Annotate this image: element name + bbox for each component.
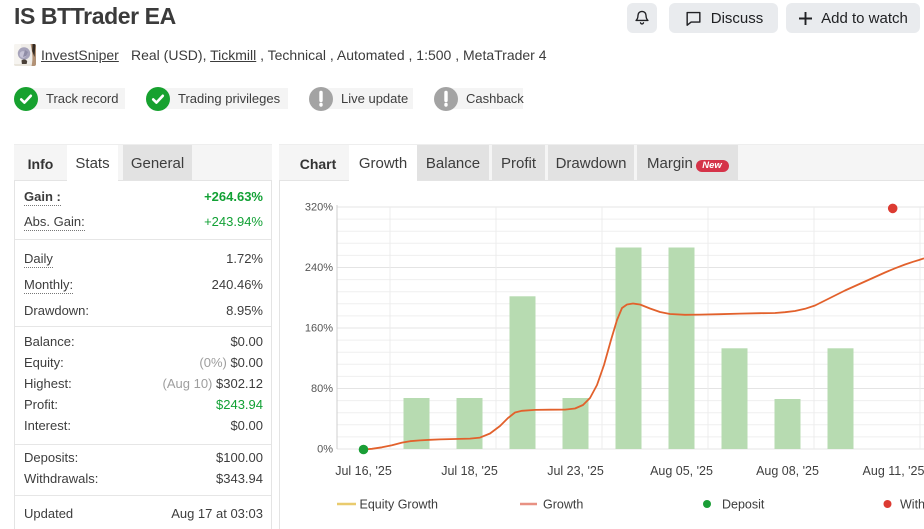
svg-text:160%: 160% <box>305 323 333 335</box>
svg-text:80%: 80% <box>311 383 333 395</box>
svg-text:Aug 05, '25: Aug 05, '25 <box>650 464 713 478</box>
svg-text:Aug 08, '25: Aug 08, '25 <box>756 464 819 478</box>
svg-text:Equity Growth: Equity Growth <box>360 498 439 512</box>
svg-text:Growth: Growth <box>543 498 583 512</box>
svg-text:240%: 240% <box>305 262 333 274</box>
svg-text:Jul 23, '25: Jul 23, '25 <box>547 464 604 478</box>
svg-text:Jul 16, '25: Jul 16, '25 <box>335 464 392 478</box>
svg-text:320%: 320% <box>305 202 333 214</box>
svg-text:Withdrawal: Withdrawal <box>900 498 924 512</box>
svg-text:Jul 18, '25: Jul 18, '25 <box>441 464 498 478</box>
svg-text:Deposit: Deposit <box>722 498 765 512</box>
svg-text:Aug 11, '25: Aug 11, '25 <box>863 464 924 478</box>
svg-text:0%: 0% <box>317 444 333 456</box>
